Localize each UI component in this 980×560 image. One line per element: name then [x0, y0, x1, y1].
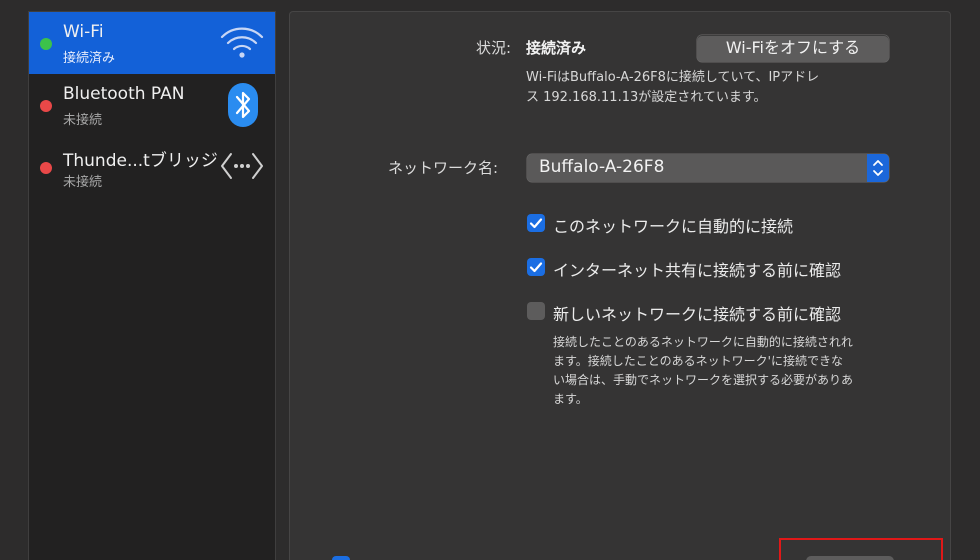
network-name-popup[interactable]: Buffalo-A-26F8 — [527, 154, 889, 182]
status-value: 接続済み — [526, 39, 587, 57]
service-status: 未接続 — [63, 113, 103, 128]
service-item-bluetooth-pan[interactable]: Bluetooth PAN 未接続 — [29, 74, 275, 136]
ask-before-new-network-label: 新しいネットワークに接続する前に確認 — [553, 305, 842, 324]
disconnected-status-dot — [40, 162, 52, 174]
service-status: 接続済み — [63, 51, 116, 66]
service-item-wifi[interactable]: Wi-Fi 接続済み — [29, 12, 275, 74]
thunderbolt-bridge-icon — [219, 148, 265, 188]
checkmark-icon — [529, 218, 543, 229]
ask-to-join-help-text: 接続したことのあるネットワークに自動的に接続されれ ます。接続したことのあるネッ… — [553, 333, 903, 409]
service-name: Thunde...tブリッジ — [63, 151, 218, 171]
ask-before-hotspot-checkbox[interactable] — [527, 258, 545, 276]
help-text-line: ます。接続したことのあるネットワーク'に接続できな — [553, 354, 843, 368]
bluetooth-icon — [227, 82, 259, 132]
auto-join-checkbox[interactable] — [527, 214, 545, 232]
network-name-label: ネットワーク名: — [388, 159, 499, 177]
network-name-value: Buffalo-A-26F8 — [539, 157, 665, 177]
popup-arrows-icon — [867, 154, 889, 182]
help-text-line: ます。 — [553, 392, 588, 406]
status-description: Wi-FiはBuffalo-A-26F8に接続していて、IPアドレ ス 192.… — [526, 68, 906, 108]
annotation-highlight-box — [779, 538, 943, 560]
status-description-line: ス 192.168.11.13が設定されています。 — [526, 90, 767, 105]
service-list[interactable]: Wi-Fi 接続済み Bluetooth PAN 未接続 Thunde...tブ… — [28, 11, 276, 560]
disconnected-status-dot — [40, 100, 52, 112]
service-status: 未接続 — [63, 175, 103, 190]
auto-join-label: このネットワークに自動的に接続 — [553, 217, 794, 236]
network-preferences-window: Wi-Fi 接続済み Bluetooth PAN 未接続 Thunde...tブ… — [0, 0, 980, 560]
ask-before-hotspot-label: インターネット共有に接続する前に確認 — [553, 261, 842, 280]
status-label: 状況: — [476, 39, 512, 57]
show-wifi-status-checkbox[interactable] — [332, 556, 350, 560]
status-description-line: Wi-FiはBuffalo-A-26F8に接続していて、IPアドレ — [526, 70, 820, 85]
help-text-line: 接続したことのあるネットワークに自動的に接続されれ — [553, 335, 853, 349]
wifi-icon — [219, 22, 265, 66]
help-text-line: い場合は、手動でネットワークを選択する必要がありあ — [553, 373, 854, 387]
ask-before-new-network-checkbox[interactable] — [527, 302, 545, 320]
service-name: Wi-Fi — [63, 22, 104, 42]
connected-status-dot — [40, 38, 52, 50]
turn-off-wifi-button[interactable]: Wi-Fiをオフにする — [697, 35, 889, 62]
service-name: Bluetooth PAN — [63, 84, 185, 104]
service-item-thunderbolt-bridge[interactable]: Thunde...tブリッジ 未接続 — [29, 136, 275, 198]
checkmark-icon — [529, 262, 543, 273]
